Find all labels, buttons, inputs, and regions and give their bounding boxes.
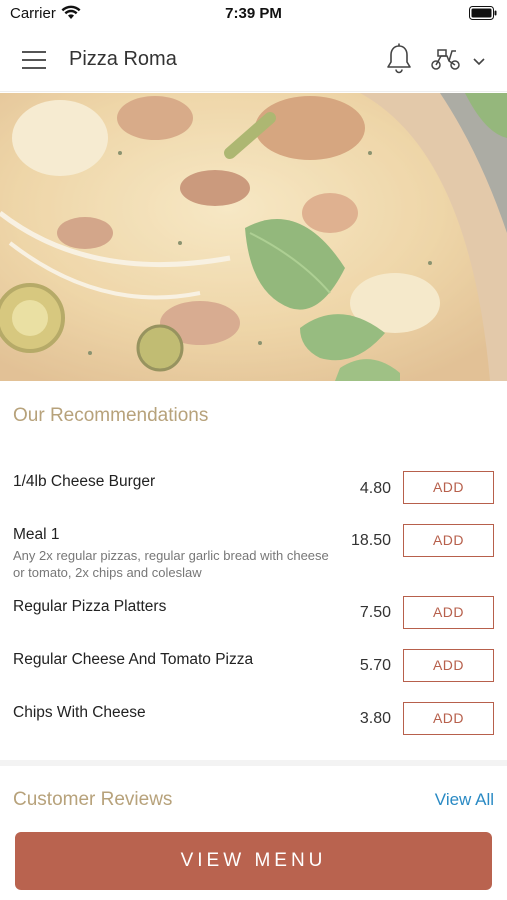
add-button[interactable]: ADD (403, 471, 494, 504)
add-button[interactable]: ADD (403, 596, 494, 629)
add-button[interactable]: ADD (403, 702, 494, 735)
delivery-scooter-icon[interactable] (430, 47, 462, 76)
nav-bar: Pizza Roma (0, 28, 507, 92)
add-button[interactable]: ADD (403, 649, 494, 682)
item-description: Any 2x regular pizzas, regular garlic br… (13, 548, 329, 580)
item-name: Chips With Cheese (13, 704, 146, 721)
hero-pizza-image (0, 93, 507, 381)
status-time: 7:39 PM (225, 5, 282, 22)
item-price: 7.50 (359, 604, 391, 621)
bell-icon[interactable] (385, 43, 413, 80)
view-menu-button[interactable]: VIEW MENU (15, 832, 492, 890)
view-all-link[interactable]: View All (435, 790, 494, 810)
item-name: Regular Pizza Platters (13, 598, 167, 615)
item-price: 3.80 (359, 710, 391, 727)
section-divider (0, 760, 507, 766)
battery-icon (469, 6, 497, 25)
page-title: Pizza Roma (69, 48, 177, 70)
item-name: Regular Cheese And Tomato Pizza (13, 651, 254, 668)
recommendations-heading: Our Recommendations (13, 405, 209, 426)
add-button[interactable]: ADD (403, 524, 494, 557)
chevron-down-icon[interactable] (472, 54, 486, 72)
item-price: 4.80 (359, 480, 391, 497)
item-name: Meal 1 (13, 526, 60, 543)
hamburger-menu-icon[interactable] (22, 49, 48, 71)
status-bar: Carrier 7:39 PM (0, 0, 507, 28)
item-price: 5.70 (359, 657, 391, 674)
item-name: 1/4lb Cheese Burger (13, 473, 156, 490)
customer-reviews-heading: Customer Reviews (13, 789, 173, 810)
item-price: 18.50 (350, 532, 391, 549)
